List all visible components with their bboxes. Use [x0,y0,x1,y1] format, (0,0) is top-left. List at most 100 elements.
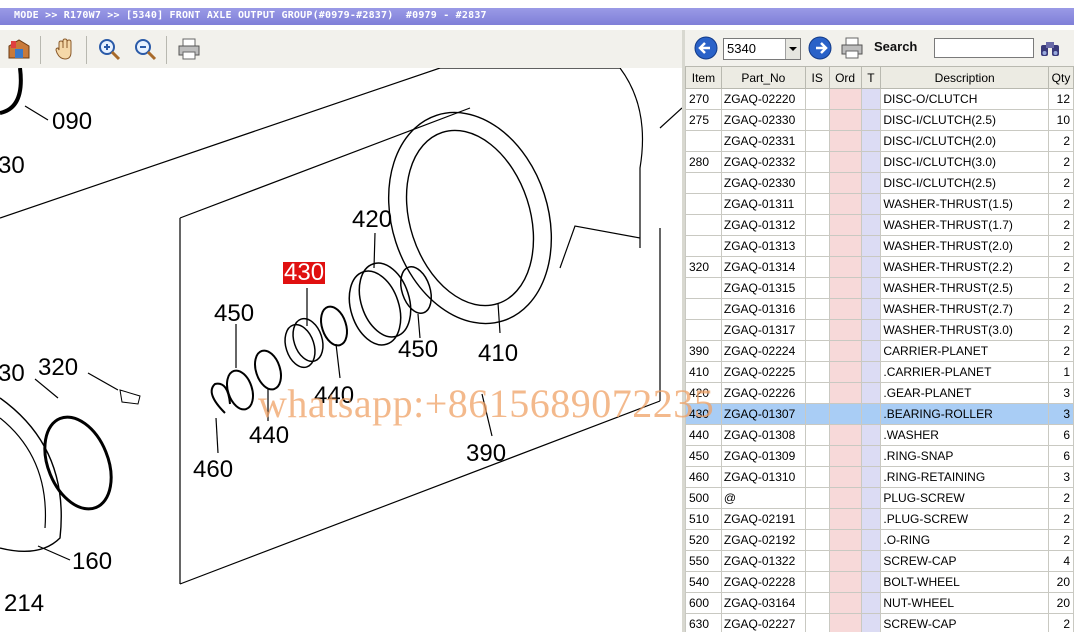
callout-label[interactable]: 30 [0,152,25,180]
cell-t[interactable] [860,382,882,404]
table-row[interactable]: ZGAQ-01317 WASHER-THRUST(3.0) 2 [685,319,1074,341]
cell-t[interactable] [860,172,882,194]
cell-t[interactable] [860,298,882,320]
cell-is[interactable] [804,88,830,110]
callout-label[interactable]: 214 [4,590,44,618]
cell-qty[interactable]: 3 [1048,382,1074,404]
cell-item[interactable]: 600 [685,592,722,614]
column-header-t[interactable]: T [860,66,882,89]
cell-t[interactable] [860,487,882,509]
cell-part-no[interactable]: ZGAQ-01308 [720,424,806,446]
cell-item[interactable]: 520 [685,529,722,551]
cell-part-no[interactable]: ZGAQ-02227 [720,613,806,632]
cell-item[interactable]: 630 [685,613,722,632]
cell-description[interactable]: .WASHER [880,424,1049,446]
cell-is[interactable] [804,277,830,299]
cell-description[interactable]: DISC-I/CLUTCH(2.5) [880,109,1049,131]
cell-description[interactable]: .O-RING [880,529,1049,551]
cell-is[interactable] [804,235,830,257]
cell-ord[interactable] [828,130,862,152]
cell-is[interactable] [804,613,830,632]
cell-is[interactable] [804,172,830,194]
callout-label[interactable]: 450 [214,300,254,328]
cell-qty[interactable]: 2 [1048,256,1074,278]
cell-t[interactable] [860,88,882,110]
cell-is[interactable] [804,130,830,152]
cell-part-no[interactable]: ZGAQ-01322 [720,550,806,572]
table-row[interactable]: 270 ZGAQ-02220 DISC-O/CLUTCH 12 [685,88,1074,110]
cell-is[interactable] [804,298,830,320]
cell-part-no[interactable]: ZGAQ-02228 [720,571,806,593]
cell-qty[interactable]: 2 [1048,487,1074,509]
cell-qty[interactable]: 2 [1048,130,1074,152]
parts-icon[interactable] [6,36,32,62]
cell-item[interactable] [685,298,722,320]
cell-item[interactable] [685,319,722,341]
callout-label[interactable]: 390 [466,440,506,468]
cell-ord[interactable] [828,172,862,194]
cell-part-no[interactable]: ZGAQ-01315 [720,277,806,299]
cell-is[interactable] [804,319,830,341]
cell-part-no[interactable]: ZGAQ-01311 [720,193,806,215]
table-row[interactable]: ZGAQ-02330 DISC-I/CLUTCH(2.5) 2 [685,172,1074,194]
cell-is[interactable] [804,424,830,446]
cell-part-no[interactable]: ZGAQ-02331 [720,130,806,152]
cell-ord[interactable] [828,424,862,446]
table-row[interactable]: ZGAQ-01316 WASHER-THRUST(2.7) 2 [685,298,1074,320]
cell-part-no[interactable]: ZGAQ-01317 [720,319,806,341]
cell-item[interactable]: 420 [685,382,722,404]
chevron-down-icon[interactable] [785,39,800,59]
cell-is[interactable] [804,151,830,173]
table-row[interactable]: 540 ZGAQ-02228 BOLT-WHEEL 20 [685,571,1074,593]
cell-t[interactable] [860,256,882,278]
cell-part-no[interactable]: ZGAQ-02192 [720,529,806,551]
zoom-in-icon[interactable] [96,36,122,62]
cell-qty[interactable]: 2 [1048,613,1074,632]
cell-qty[interactable]: 3 [1048,403,1074,425]
cell-qty[interactable]: 10 [1048,109,1074,131]
cell-part-no[interactable]: ZGAQ-02332 [720,151,806,173]
cell-ord[interactable] [828,214,862,236]
cell-item[interactable]: 450 [685,445,722,467]
cell-item[interactable]: 440 [685,424,722,446]
callout-label[interactable]: 420 [352,206,392,234]
cell-qty[interactable]: 12 [1048,88,1074,110]
cell-is[interactable] [804,340,830,362]
cell-qty[interactable]: 1 [1048,361,1074,383]
cell-qty[interactable]: 2 [1048,508,1074,530]
cell-t[interactable] [860,403,882,425]
cell-item[interactable]: 460 [685,466,722,488]
cell-item[interactable]: 320 [685,256,722,278]
cell-ord[interactable] [828,109,862,131]
cell-is[interactable] [804,550,830,572]
cell-ord[interactable] [828,88,862,110]
cell-description[interactable]: .GEAR-PLANET [880,382,1049,404]
cell-item[interactable] [685,172,722,194]
cell-is[interactable] [804,361,830,383]
cell-ord[interactable] [828,151,862,173]
cell-item[interactable] [685,235,722,257]
cell-is[interactable] [804,592,830,614]
cell-item[interactable]: 270 [685,88,722,110]
cell-description[interactable]: DISC-I/CLUTCH(3.0) [880,151,1049,173]
cell-item[interactable] [685,193,722,215]
cell-item[interactable]: 275 [685,109,722,131]
cell-ord[interactable] [828,298,862,320]
cell-description[interactable]: WASHER-THRUST(1.5) [880,193,1049,215]
cell-ord[interactable] [828,382,862,404]
table-row[interactable]: ZGAQ-01315 WASHER-THRUST(2.5) 2 [685,277,1074,299]
cell-ord[interactable] [828,361,862,383]
cell-description[interactable]: WASHER-THRUST(1.7) [880,214,1049,236]
cell-item[interactable]: 550 [685,550,722,572]
cell-item[interactable]: 280 [685,151,722,173]
table-row[interactable]: 390 ZGAQ-02224 CARRIER-PLANET 2 [685,340,1074,362]
cell-qty[interactable]: 3 [1048,466,1074,488]
hand-icon[interactable] [52,36,78,62]
callout-label[interactable]: 090 [52,108,92,136]
cell-t[interactable] [860,613,882,632]
cell-t[interactable] [860,550,882,572]
cell-is[interactable] [804,403,830,425]
callout-label[interactable]: 450 [398,336,438,364]
cell-is[interactable] [804,193,830,215]
cell-t[interactable] [860,151,882,173]
